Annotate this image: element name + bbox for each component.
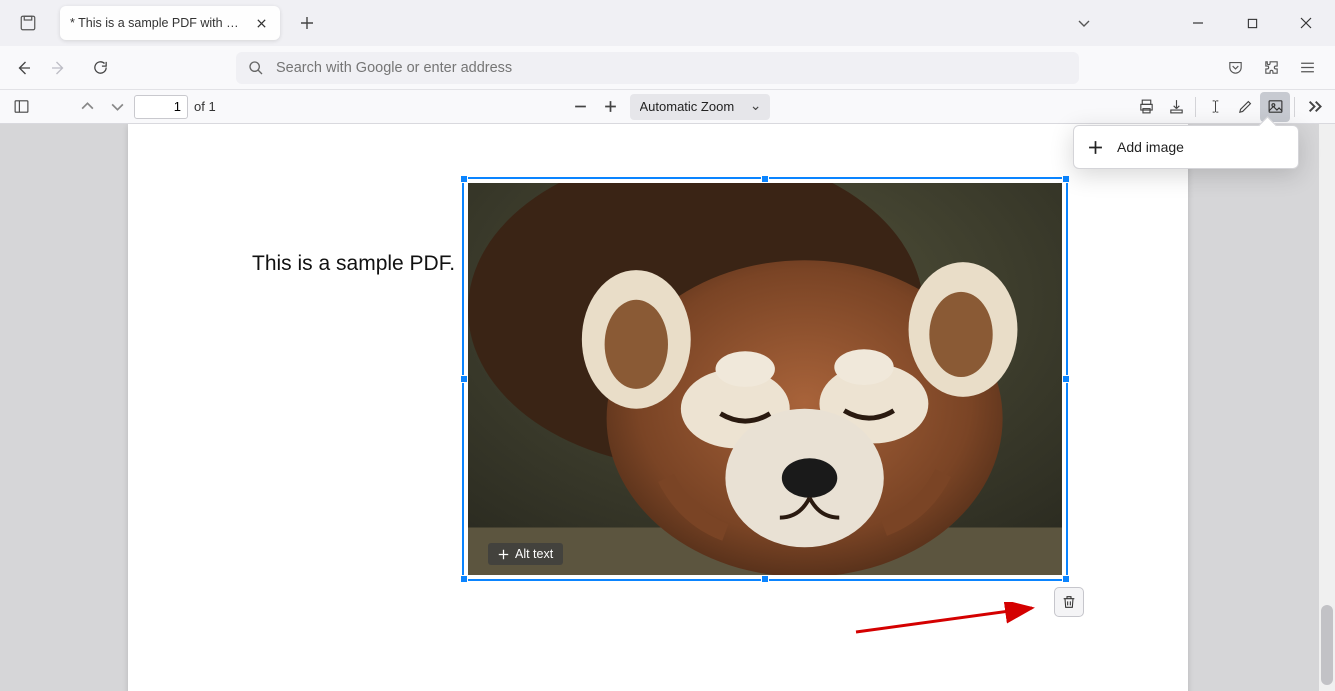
resize-handle-tl[interactable] bbox=[460, 175, 468, 183]
minus-icon bbox=[573, 99, 588, 114]
resize-handle-l[interactable] bbox=[460, 375, 468, 383]
text-tool-button[interactable] bbox=[1200, 92, 1230, 122]
next-page-button[interactable] bbox=[102, 92, 132, 122]
app-menu-button[interactable] bbox=[1291, 52, 1323, 84]
titlebar: * This is a sample PDF with an imag bbox=[0, 0, 1335, 46]
recent-browsing-button[interactable] bbox=[14, 9, 42, 37]
resize-handle-t[interactable] bbox=[761, 175, 769, 183]
chevron-down-icon bbox=[1077, 16, 1091, 30]
tab-close-button[interactable] bbox=[252, 14, 270, 32]
page-number-input[interactable] bbox=[134, 95, 188, 119]
resize-handle-tr[interactable] bbox=[1062, 175, 1070, 183]
window-controls bbox=[1069, 8, 1327, 38]
resize-handle-br[interactable] bbox=[1062, 575, 1070, 583]
minimize-button[interactable] bbox=[1183, 8, 1213, 38]
annotation-arrow bbox=[854, 602, 1054, 642]
maximize-button[interactable] bbox=[1237, 8, 1267, 38]
draw-tool-button[interactable] bbox=[1230, 92, 1260, 122]
close-icon bbox=[1300, 17, 1312, 29]
save-to-pocket-button[interactable] bbox=[1219, 52, 1251, 84]
download-icon bbox=[1168, 98, 1185, 115]
plus-icon bbox=[498, 549, 509, 560]
prev-page-button[interactable] bbox=[72, 92, 102, 122]
alt-text-button[interactable]: Alt text bbox=[488, 543, 563, 565]
maximize-icon bbox=[1247, 18, 1258, 29]
image-tool-button[interactable] bbox=[1260, 92, 1290, 122]
puzzle-icon bbox=[1263, 59, 1280, 76]
address-input[interactable] bbox=[276, 60, 1067, 76]
close-icon bbox=[256, 18, 267, 29]
page-count-label: of 1 bbox=[194, 99, 216, 114]
arrow-right-icon bbox=[49, 59, 67, 77]
add-image-popover: Add image bbox=[1073, 125, 1299, 169]
print-icon bbox=[1138, 98, 1155, 115]
sidebar-icon bbox=[13, 98, 30, 115]
add-image-label: Add image bbox=[1117, 139, 1184, 155]
resize-handle-r[interactable] bbox=[1062, 375, 1070, 383]
url-bar[interactable] bbox=[236, 52, 1079, 84]
document-text: This is a sample PDF. bbox=[252, 252, 455, 276]
print-button[interactable] bbox=[1131, 92, 1161, 122]
plus-icon bbox=[603, 99, 618, 114]
scrollbar-thumb[interactable] bbox=[1321, 605, 1333, 685]
plus-icon bbox=[300, 16, 314, 30]
close-window-button[interactable] bbox=[1291, 8, 1321, 38]
zoom-in-button[interactable] bbox=[596, 92, 626, 122]
chevron-down-icon bbox=[110, 99, 125, 114]
minimize-icon bbox=[1192, 17, 1204, 29]
reload-button[interactable] bbox=[84, 52, 116, 84]
toggle-sidebar-button[interactable] bbox=[6, 92, 36, 122]
new-tab-button[interactable] bbox=[292, 8, 322, 38]
forward-button[interactable] bbox=[42, 52, 74, 84]
alt-text-label: Alt text bbox=[515, 547, 553, 561]
image-content bbox=[468, 183, 1062, 575]
add-image-menu-item[interactable]: Add image bbox=[1074, 132, 1298, 162]
viewer-scrollbar[interactable] bbox=[1319, 124, 1335, 691]
extensions-button[interactable] bbox=[1255, 52, 1287, 84]
pdf-toolbar: of 1 Automatic Zoom bbox=[0, 90, 1335, 124]
back-button[interactable] bbox=[8, 52, 40, 84]
resize-handle-bl[interactable] bbox=[460, 575, 468, 583]
zoom-select[interactable]: Automatic Zoom bbox=[630, 94, 770, 120]
search-icon bbox=[248, 60, 264, 76]
download-button[interactable] bbox=[1161, 92, 1191, 122]
plus-icon bbox=[1088, 140, 1103, 155]
browser-tab[interactable]: * This is a sample PDF with an imag bbox=[60, 6, 280, 40]
pdf-viewer[interactable]: This is a sample PDF. bbox=[0, 124, 1335, 691]
address-bar bbox=[0, 46, 1335, 90]
arrow-left-icon bbox=[15, 59, 33, 77]
image-icon bbox=[1267, 98, 1284, 115]
pocket-icon bbox=[1227, 59, 1244, 76]
pdf-page[interactable]: This is a sample PDF. bbox=[128, 124, 1188, 691]
zoom-out-button[interactable] bbox=[566, 92, 596, 122]
list-all-tabs-button[interactable] bbox=[1069, 8, 1099, 38]
resize-handle-b[interactable] bbox=[761, 575, 769, 583]
chevron-double-right-icon bbox=[1306, 98, 1323, 115]
more-tools-button[interactable] bbox=[1299, 92, 1329, 122]
red-panda-illustration bbox=[468, 183, 1062, 575]
text-cursor-icon bbox=[1207, 98, 1224, 115]
reload-icon bbox=[92, 59, 109, 76]
tab-title: * This is a sample PDF with an imag bbox=[70, 16, 244, 30]
delete-image-button[interactable] bbox=[1054, 587, 1084, 617]
recent-icon bbox=[19, 14, 37, 32]
selected-image[interactable]: Alt text bbox=[464, 179, 1066, 579]
pencil-icon bbox=[1237, 98, 1254, 115]
trash-icon bbox=[1061, 594, 1077, 610]
chevron-up-icon bbox=[80, 99, 95, 114]
hamburger-icon bbox=[1299, 59, 1316, 76]
